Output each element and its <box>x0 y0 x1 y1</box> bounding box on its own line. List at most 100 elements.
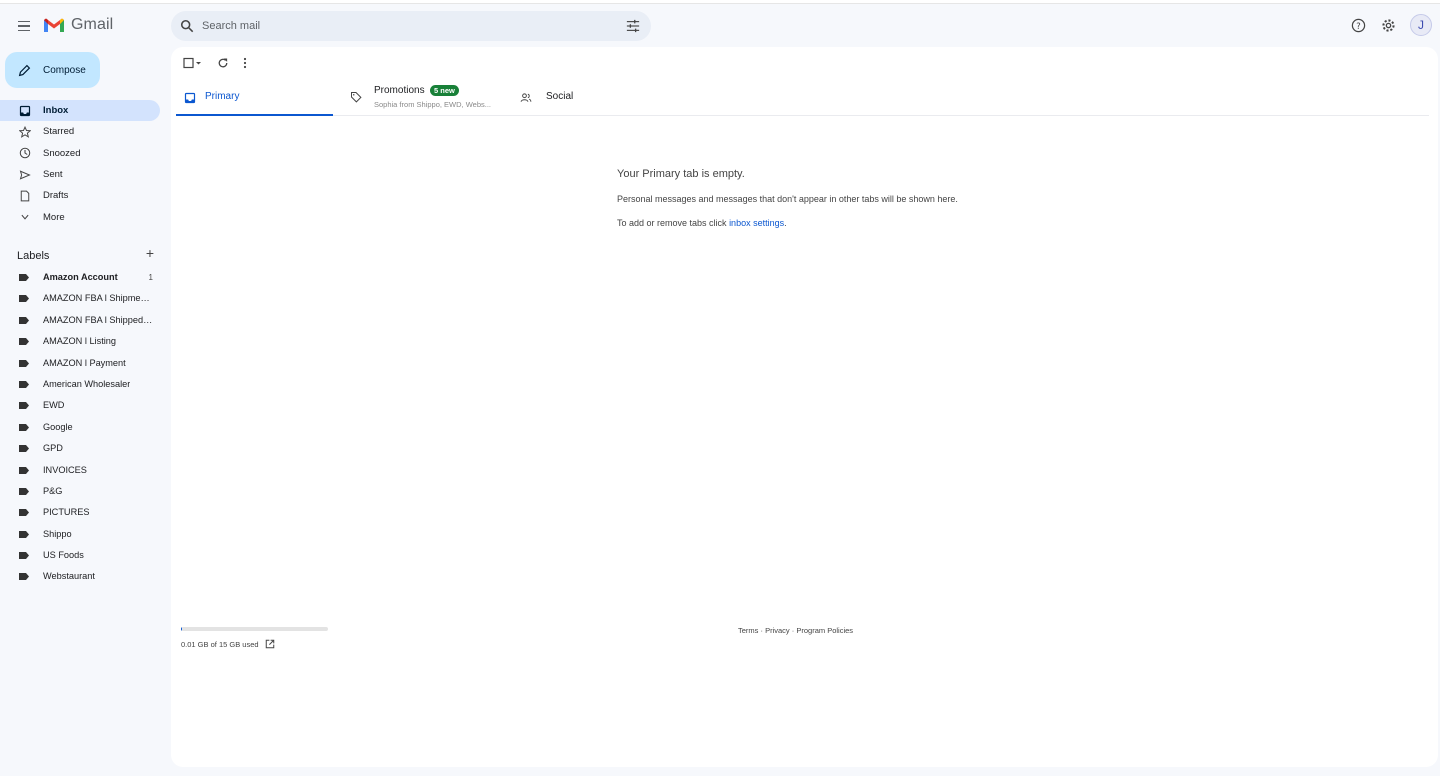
star-icon <box>19 125 31 138</box>
sidebar-item-drafts[interactable]: Drafts <box>0 185 160 206</box>
tag-icon <box>351 92 362 103</box>
tab-social-label: Social <box>546 91 574 102</box>
label-tag-icon <box>19 274 29 281</box>
search-bar[interactable] <box>171 11 651 41</box>
sidebar-item-label: Snoozed <box>43 147 81 159</box>
send-icon <box>19 169 31 181</box>
refresh-icon[interactable] <box>217 56 229 70</box>
create-label-plus-icon[interactable]: + <box>146 246 154 260</box>
tab-promotions[interactable]: Promotions Sophia from Shippo, EWD, Webs… <box>350 79 510 116</box>
label-name: PICTURES <box>43 507 90 518</box>
search-options-icon[interactable] <box>626 19 640 33</box>
label-tag-icon <box>19 402 29 410</box>
help-icon[interactable]: ? <box>1350 17 1366 33</box>
sidebar-label-item[interactable]: American Wholesaler <box>0 374 160 395</box>
footer-links: Terms · Privacy · Program Policies <box>738 626 853 635</box>
open-in-new-icon[interactable] <box>265 639 275 649</box>
label-name: P&G <box>43 485 63 496</box>
account-avatar[interactable]: J <box>1410 14 1432 36</box>
labels-title: Labels <box>17 250 50 262</box>
hint-prefix: To add or remove tabs click <box>617 218 730 228</box>
more-vert-icon[interactable] <box>243 56 247 70</box>
label-tag-icon <box>19 445 29 453</box>
new-count-badge: 5 new <box>430 85 459 96</box>
label-name: Google <box>43 421 73 432</box>
sidebar-item-more[interactable]: More <box>0 206 160 227</box>
compose-label: Compose <box>43 64 86 76</box>
label-name: AMAZON FBA l Shipped ... <box>43 314 153 325</box>
tab-primary-label: Primary <box>205 91 240 102</box>
tab-promotions-label: Promotions <box>374 85 425 96</box>
label-name: INVOICES <box>43 464 87 475</box>
search-icon[interactable] <box>180 19 194 33</box>
people-icon <box>520 93 532 102</box>
sidebar-label-item[interactable]: AMAZON FBA l Shipped ... <box>0 310 160 331</box>
label-name: AMAZON l Payment <box>43 357 126 368</box>
label-tag-icon <box>19 487 29 495</box>
label-name: AMAZON l Listing <box>43 336 117 347</box>
sidebar-item-starred[interactable]: Starred <box>0 121 160 142</box>
label-name: US Foods <box>43 550 84 561</box>
sidebar-item-snoozed[interactable]: Snoozed <box>0 143 160 164</box>
sidebar-label-item[interactable]: Google <box>0 417 160 438</box>
sidebar-item-label: Inbox <box>43 105 69 117</box>
label-name: EWD <box>43 400 65 411</box>
sidebar-label-item[interactable]: US Foods <box>0 545 160 566</box>
mail-toolbar <box>183 56 247 70</box>
sidebar-label-item[interactable]: AMAZON FBA l Shipmen... <box>0 288 160 309</box>
storage-usage-text: 0.01 GB of 15 GB used <box>181 639 259 649</box>
sidebar-label-item[interactable]: AMAZON l Listing <box>0 331 160 352</box>
label-tag-icon <box>19 338 29 346</box>
sidebar-label-item[interactable]: INVOICES <box>0 460 160 481</box>
label-unread-count: 1 <box>148 273 153 282</box>
search-input[interactable] <box>202 20 602 32</box>
sidebar-label-item[interactable]: PICTURES <box>0 502 160 523</box>
label-tag-icon <box>19 295 29 303</box>
empty-state: Your Primary tab is empty. Personal mess… <box>617 168 958 228</box>
program-policies-link[interactable]: Program Policies <box>796 626 853 635</box>
label-tag-icon <box>19 423 29 431</box>
label-name: AMAZON FBA l Shipmen... <box>43 293 153 304</box>
sidebar-label-item[interactable]: Shippo <box>0 524 160 545</box>
label-tag-icon <box>19 466 29 474</box>
label-tag-icon <box>19 316 29 324</box>
sidebar-label-item[interactable]: EWD <box>0 395 160 416</box>
sidebar-label-item[interactable]: Webstaurant <box>0 566 160 587</box>
tab-social[interactable]: Social <box>518 79 618 116</box>
empty-state-description: Personal messages and messages that don'… <box>617 194 958 204</box>
label-name: American Wholesaler <box>43 378 131 389</box>
label-name: Shippo <box>43 528 72 539</box>
sidebar-label-item[interactable]: P&G <box>0 481 160 502</box>
storage-bar <box>181 627 328 631</box>
draft-icon <box>19 190 31 202</box>
label-name: Amazon Account <box>43 272 118 282</box>
sidebar-item-sent[interactable]: Sent <box>0 164 160 185</box>
sidebar-label-item[interactable]: AMAZON l Payment <box>0 353 160 374</box>
privacy-link[interactable]: Privacy <box>765 626 790 635</box>
label-tag-icon <box>19 359 29 367</box>
terms-link[interactable]: Terms <box>738 626 758 635</box>
main-panel: Primary Promotions Sophia from Shippo, E… <box>171 47 1438 767</box>
label-name: GPD <box>43 443 63 454</box>
header: Gmail ? J <box>0 4 1440 48</box>
compose-button[interactable]: Compose <box>5 52 100 88</box>
empty-state-title: Your Primary tab is empty. <box>617 168 745 180</box>
sidebar-item-inbox[interactable]: Inbox <box>0 100 160 122</box>
main-menu-icon[interactable] <box>12 14 36 38</box>
inbox-settings-link[interactable]: inbox settings <box>729 218 784 228</box>
pencil-icon <box>18 64 31 76</box>
category-tabs: Primary Promotions Sophia from Shippo, E… <box>176 79 1429 116</box>
sidebar-item-label: Drafts <box>43 190 69 202</box>
gmail-m-icon <box>44 18 64 32</box>
inbox-icon <box>184 92 196 104</box>
tab-primary[interactable]: Primary <box>176 79 333 116</box>
gmail-logo[interactable]: Gmail <box>43 16 113 34</box>
label-tag-icon <box>19 509 29 517</box>
tab-promotions-senders: Sophia from Shippo, EWD, Webs... <box>374 100 491 109</box>
label-tag-icon <box>19 530 29 538</box>
settings-gear-icon[interactable] <box>1380 17 1396 33</box>
sidebar-label-item[interactable]: GPD <box>0 438 160 459</box>
sidebar-label-item[interactable]: Amazon Account 1 <box>0 267 160 288</box>
select-all-checkbox[interactable] <box>183 56 203 70</box>
clock-icon <box>19 147 31 159</box>
